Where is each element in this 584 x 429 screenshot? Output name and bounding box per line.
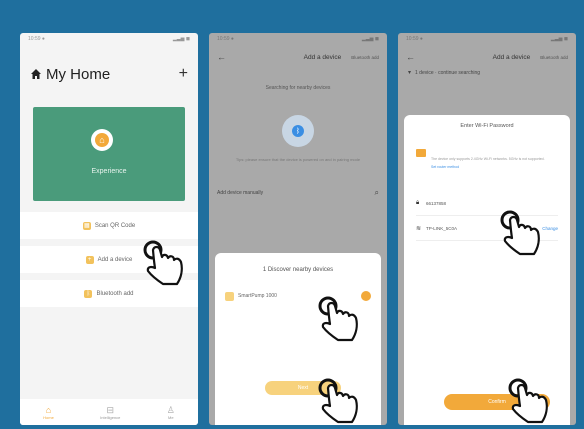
wifi-icon: ≋ xyxy=(416,225,422,232)
search-status-text: 1 device · continue searching xyxy=(415,69,481,76)
experience-label: Experience xyxy=(91,168,127,175)
hand-pointer-icon xyxy=(143,240,184,286)
lock-icon: 🔒︎ xyxy=(416,199,420,206)
search-status: ▾ 1 device · continue searching xyxy=(398,69,576,77)
wifi-note: The device only supports 2.4GHz Wi-Fi ne… xyxy=(416,147,558,169)
add-manually-row[interactable]: Add device manually ⌕ xyxy=(209,188,387,198)
scanning-indicator: ᛒ xyxy=(282,115,314,147)
hint-text: Tips: please ensure that the device is p… xyxy=(235,157,361,162)
bluetooth-icon: ᛒ xyxy=(84,289,93,298)
warning-icon xyxy=(416,149,426,157)
password-value[interactable]: 66137858 xyxy=(426,201,558,206)
plus-icon[interactable]: + xyxy=(179,65,188,83)
status-bar: 10:59 ● ▂▃▅ ◼ xyxy=(20,33,198,45)
status-icons: ▂▃▅ ◼ xyxy=(172,36,190,42)
tab-intelligence[interactable]: ⊟ Intelligence xyxy=(100,405,120,420)
router-method-link[interactable]: Set router method xyxy=(431,165,545,169)
bluetooth-add-link[interactable]: Bluetooth add xyxy=(351,55,379,60)
hand-pointer-icon xyxy=(508,378,549,424)
chevron-down-icon: ▾ xyxy=(408,70,412,76)
phone-screen-discover: 10:59 ● ▂▃▅ ◼ ← Add a device Bluetooth a… xyxy=(209,33,387,425)
menu-label: Add a device xyxy=(97,256,133,263)
note-text: The device only supports 2.4GHz Wi-Fi ne… xyxy=(431,157,545,161)
nav-bar: ← Add a device Bluetooth add xyxy=(209,45,387,69)
home-badge-icon: ⌂ xyxy=(91,129,113,151)
me-icon: ♙ xyxy=(166,404,175,415)
sheet-title: 1 Discover nearby devices xyxy=(262,267,334,273)
bluetooth-icon: ᛒ xyxy=(292,125,304,137)
experience-card[interactable]: ⌂ Experience xyxy=(33,107,185,201)
phone-screen-home: 10:59 ● ▂▃▅ ◼ My Home + ⌂ Experience ▦ S… xyxy=(20,33,198,425)
scanning-text: Searching for nearby devices xyxy=(265,85,331,91)
plus-icon: + xyxy=(85,255,94,264)
device-icon xyxy=(225,291,234,301)
home-icon xyxy=(30,68,42,80)
scan-qr-button[interactable]: ▦ Scan QR Code xyxy=(20,212,198,239)
menu-label: Scan QR Code xyxy=(94,222,136,229)
intelligence-icon: ⊟ xyxy=(106,404,115,415)
qr-icon: ▦ xyxy=(82,221,91,230)
status-bar: 10:59 ● ▂▃▅ ◼ xyxy=(398,33,576,45)
home-header: My Home + xyxy=(20,45,198,89)
back-icon[interactable]: ← xyxy=(406,52,415,62)
status-time: 10:59 ● xyxy=(28,36,45,42)
tab-bar: ⌂ Home ⊟ Intelligence ♙ Me xyxy=(20,399,198,425)
hand-pointer-icon xyxy=(318,296,359,342)
tab-label: Intelligence xyxy=(100,414,121,420)
status-icons: ▂▃▅ ◼ xyxy=(550,36,568,42)
status-icons: ▂▃▅ ◼ xyxy=(361,36,379,42)
nav-bar: ← Add a device Bluetooth add xyxy=(398,45,576,69)
add-manually-label: Add device manually xyxy=(217,190,264,196)
tab-home[interactable]: ⌂ Home xyxy=(43,405,54,420)
home-icon: ⌂ xyxy=(45,404,52,415)
page-title: My Home xyxy=(46,65,111,83)
phone-screen-wifi: 10:59 ● ▂▃▅ ◼ ← Add a device Bluetooth a… xyxy=(398,33,576,425)
tab-label: Me xyxy=(167,414,174,420)
status-time: 10:59 ● xyxy=(406,36,423,42)
page-title: Add a device xyxy=(492,53,531,61)
status-time: 10:59 ● xyxy=(217,36,234,42)
back-icon[interactable]: ← xyxy=(217,52,226,62)
sheet-title: Enter Wi-Fi Password xyxy=(460,123,514,129)
page-title: Add a device xyxy=(303,53,342,61)
bluetooth-add-link[interactable]: Bluetooth add xyxy=(540,55,568,60)
search-icon[interactable]: ⌕ xyxy=(375,188,379,198)
menu-label: Bluetooth add xyxy=(96,290,134,297)
hand-pointer-icon xyxy=(500,210,541,256)
tab-label: Home xyxy=(43,414,54,420)
tab-me[interactable]: ♙ Me xyxy=(167,405,175,420)
hand-pointer-icon xyxy=(318,378,359,424)
status-bar: 10:59 ● ▂▃▅ ◼ xyxy=(209,33,387,45)
